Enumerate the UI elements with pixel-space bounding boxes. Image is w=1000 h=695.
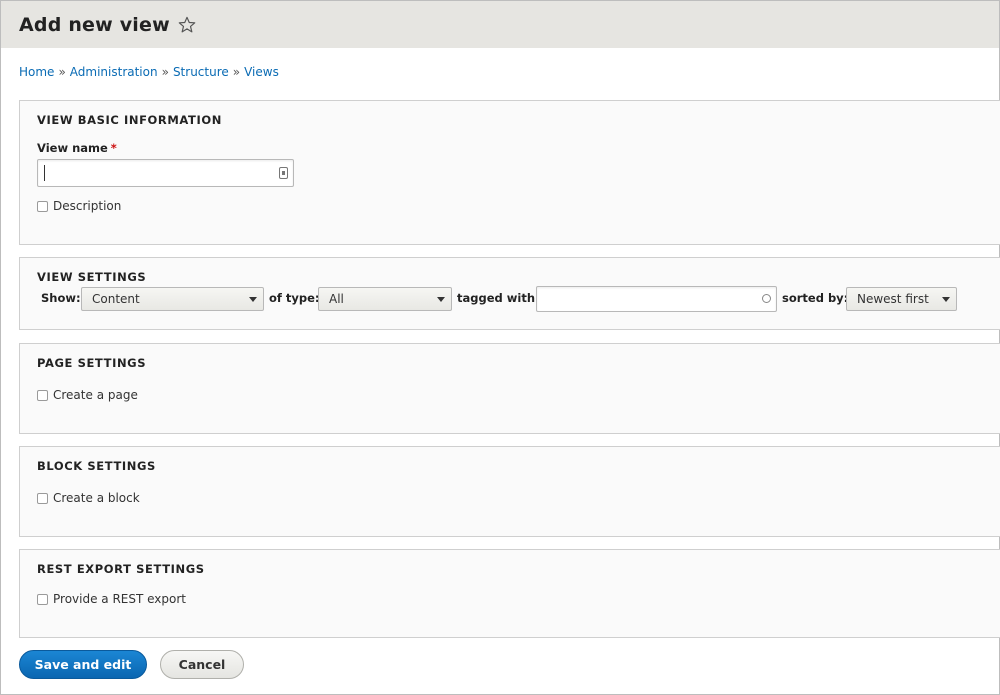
page-header: Add new view	[1, 1, 999, 48]
autocomplete-throbber-icon	[762, 294, 771, 303]
text-caret	[44, 165, 45, 181]
page-title: Add new view	[19, 13, 170, 36]
view-settings-fieldset: VIEW SETTINGS Show: Content of type: All…	[19, 257, 1000, 330]
of-type-label: of type:	[269, 291, 320, 305]
show-label: Show:	[41, 291, 81, 305]
breadcrumb-home[interactable]: Home	[19, 65, 54, 79]
rest-export-checkbox-label[interactable]: Provide a REST export	[53, 592, 186, 606]
dropdown-arrow-icon	[249, 297, 257, 302]
of-type-select-value: All	[329, 292, 344, 306]
breadcrumb-separator: »	[161, 65, 169, 79]
of-type-select[interactable]: All	[318, 287, 452, 311]
view-name-input[interactable]	[37, 159, 294, 187]
show-select[interactable]: Content	[81, 287, 264, 311]
description-checkbox-label[interactable]: Description	[53, 199, 121, 213]
fieldset-legend: REST EXPORT SETTINGS	[37, 562, 205, 576]
fieldset-legend: VIEW SETTINGS	[37, 270, 147, 284]
view-name-label-text: View name	[37, 141, 108, 155]
breadcrumb-structure[interactable]: Structure	[173, 65, 229, 79]
view-basic-information-fieldset: VIEW BASIC INFORMATION View name * Descri…	[19, 100, 1000, 245]
star-outline-icon[interactable]	[178, 16, 196, 34]
description-checkbox-row[interactable]: Description	[37, 199, 121, 213]
breadcrumb: Home» Administration» Structure» Views	[19, 65, 279, 79]
fieldset-legend: PAGE SETTINGS	[37, 356, 147, 370]
fieldset-legend: BLOCK SETTINGS	[37, 459, 156, 473]
page-settings-fieldset: PAGE SETTINGS Create a page	[19, 343, 1000, 434]
breadcrumb-views[interactable]: Views	[244, 65, 279, 79]
dropdown-arrow-icon	[437, 297, 445, 302]
cancel-button[interactable]: Cancel	[160, 650, 244, 679]
required-marker: *	[110, 141, 117, 155]
breadcrumb-separator: »	[58, 65, 66, 79]
fieldset-legend: VIEW BASIC INFORMATION	[37, 113, 222, 127]
sorted-by-label: sorted by:	[782, 291, 849, 305]
sorted-by-select[interactable]: Newest first	[846, 287, 957, 311]
show-select-value: Content	[92, 292, 140, 306]
rest-export-settings-fieldset: REST EXPORT SETTINGS Provide a REST expo…	[19, 549, 1000, 638]
tagged-with-input[interactable]	[536, 286, 777, 312]
dropdown-arrow-icon	[942, 297, 950, 302]
autofill-badge-icon	[279, 167, 288, 179]
breadcrumb-separator: »	[232, 65, 241, 79]
create-block-checkbox-label[interactable]: Create a block	[53, 491, 140, 505]
create-page-checkbox-row[interactable]: Create a page	[37, 388, 138, 402]
create-page-checkbox-label[interactable]: Create a page	[53, 388, 138, 402]
breadcrumb-administration[interactable]: Administration	[70, 65, 158, 79]
tagged-with-label: tagged with:	[457, 291, 540, 305]
create-page-checkbox[interactable]	[37, 389, 48, 401]
description-checkbox[interactable]	[37, 200, 48, 212]
sorted-by-select-value: Newest first	[857, 292, 929, 306]
rest-export-checkbox-row[interactable]: Provide a REST export	[37, 592, 186, 606]
create-block-checkbox[interactable]	[37, 492, 48, 504]
save-and-edit-button[interactable]: Save and edit	[19, 650, 147, 679]
create-block-checkbox-row[interactable]: Create a block	[37, 491, 140, 505]
view-name-label: View name *	[37, 141, 117, 155]
rest-export-checkbox[interactable]	[37, 593, 48, 605]
block-settings-fieldset: BLOCK SETTINGS Create a block	[19, 446, 1000, 537]
